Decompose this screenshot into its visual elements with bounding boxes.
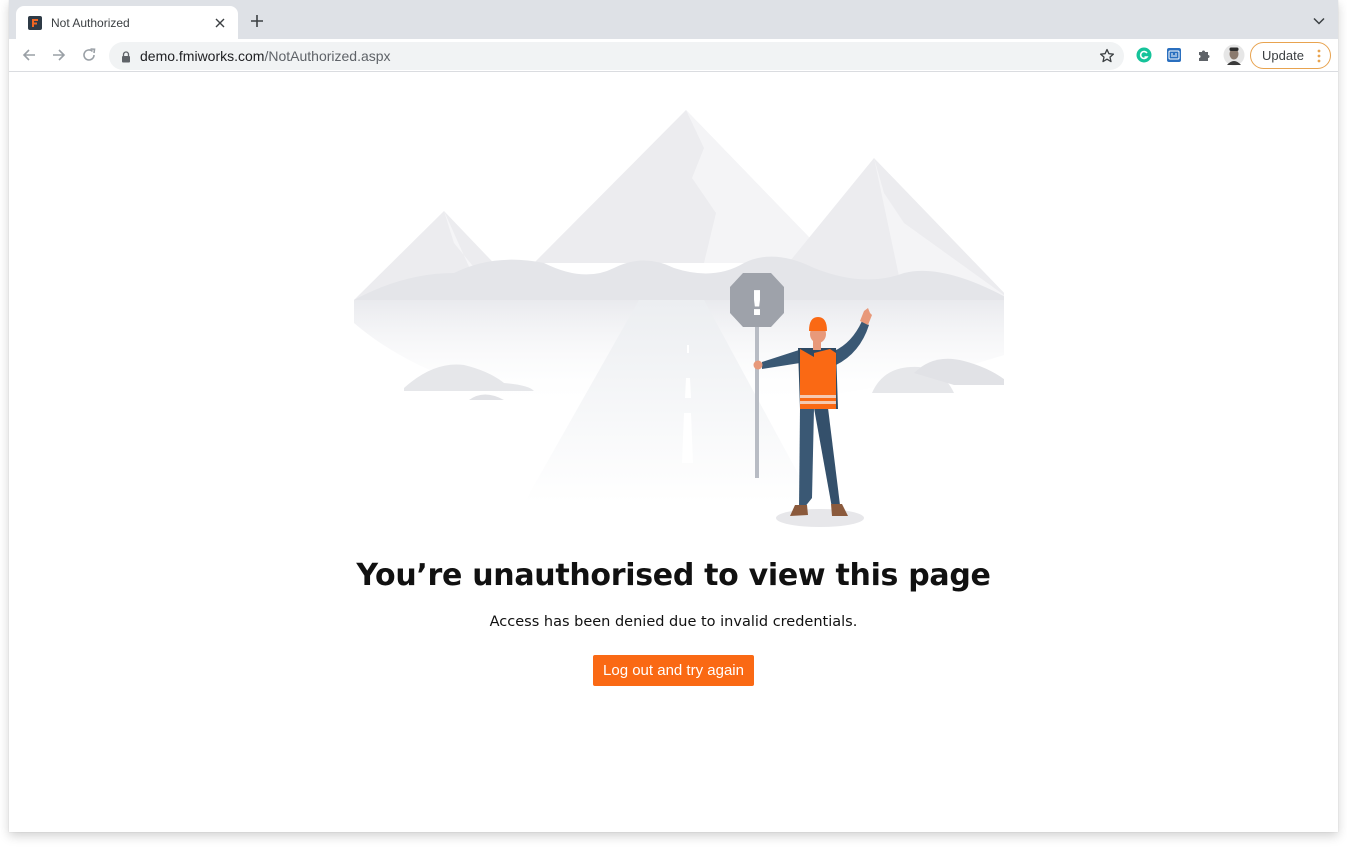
sign-pole — [755, 321, 759, 478]
bookmark-star-icon[interactable] — [1099, 48, 1115, 69]
close-tab-icon[interactable] — [212, 15, 228, 31]
update-button[interactable]: Update — [1250, 42, 1331, 69]
back-arrow-icon[interactable] — [20, 46, 38, 64]
worker-left-shoe — [790, 505, 808, 516]
worker-left-leg — [799, 408, 814, 508]
grammarly-extension-icon[interactable] — [1135, 46, 1153, 64]
worker-shadow — [776, 509, 864, 527]
lock-icon — [121, 50, 131, 68]
chevron-down-icon[interactable] — [1312, 14, 1326, 28]
worker-right-leg — [814, 408, 840, 508]
profile-avatar-icon[interactable] — [1223, 44, 1245, 66]
forward-arrow-icon[interactable] — [50, 46, 68, 64]
sign-exclamation: ! — [749, 284, 765, 324]
url-path: /NotAuthorized.aspx — [264, 48, 391, 64]
error-message: Access has been denied due to invalid cr… — [489, 614, 858, 630]
worker-vest — [800, 349, 836, 409]
page-content: ! You’re unauthorised to view this page … — [9, 73, 1338, 832]
road-dash-1 — [687, 345, 689, 353]
new-tab-icon[interactable] — [248, 12, 266, 30]
tab-strip: Not Authorized — [9, 0, 1338, 39]
reload-icon[interactable] — [80, 46, 98, 64]
fmiworks-favicon-icon — [28, 15, 42, 30]
roadblock-illustration: ! — [354, 110, 1004, 527]
browser-window: Not Authorized demo.fmiworks.com/NotAuth… — [9, 0, 1338, 832]
tab-not-authorized[interactable]: Not Authorized — [16, 6, 238, 39]
url-text: demo.fmiworks.com/NotAuthorized.aspx — [140, 48, 391, 64]
more-menu-icon — [1317, 49, 1321, 63]
browser-toolbar: demo.fmiworks.com/NotAuthorized.aspx Upd… — [9, 39, 1338, 72]
worker-right-shoe — [831, 504, 848, 516]
address-bar[interactable]: demo.fmiworks.com/NotAuthorized.aspx — [109, 42, 1124, 70]
rock-left-small — [469, 394, 504, 400]
extensions-puzzle-icon[interactable] — [1195, 46, 1213, 64]
road-dash-2 — [685, 378, 691, 398]
logout-retry-button[interactable]: Log out and try again — [593, 655, 754, 686]
worker-left-hand — [753, 360, 763, 370]
tab-title: Not Authorized — [51, 15, 130, 30]
css-extension-icon[interactable] — [1165, 46, 1183, 64]
url-domain: demo.fmiworks.com — [140, 48, 265, 64]
vest-stripe-1 — [800, 395, 836, 398]
vest-stripe-2 — [800, 401, 836, 404]
page-title: You’re unauthorised to view this page — [356, 558, 991, 593]
update-button-label: Update — [1262, 48, 1304, 63]
